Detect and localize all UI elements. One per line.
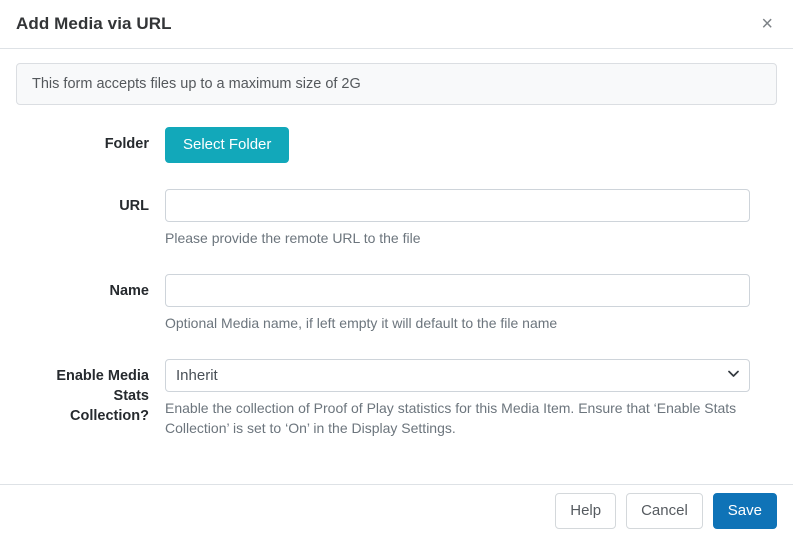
max-file-size-notice: This form accepts files up to a maximum …: [16, 63, 777, 105]
name-input[interactable]: [165, 274, 750, 307]
stats-collection-field-group: Enable MediaStatsCollection? Inherit Ena…: [16, 359, 777, 438]
stats-collection-label: Enable MediaStatsCollection?: [16, 359, 165, 438]
url-field: Please provide the remote URL to the fil…: [165, 189, 750, 248]
dialog-header: Add Media via URL ×: [0, 0, 793, 49]
dialog-body: This form accepts files up to a maximum …: [0, 49, 793, 484]
add-media-via-url-dialog: Add Media via URL × This form accepts fi…: [0, 0, 793, 541]
stats-collection-help-text: Enable the collection of Proof of Play s…: [165, 398, 750, 438]
close-icon[interactable]: ×: [757, 12, 777, 36]
name-label: Name: [16, 274, 165, 333]
url-label: URL: [16, 189, 165, 248]
stats-collection-label-line: Collection?: [16, 406, 149, 426]
stats-collection-select[interactable]: Inherit: [165, 359, 750, 392]
folder-field: Select Folder: [165, 127, 750, 163]
stats-collection-label-line: Enable Media: [16, 366, 149, 386]
stats-collection-select-wrap: Inherit: [165, 359, 750, 392]
name-help-text: Optional Media name, if left empty it wi…: [165, 313, 750, 333]
folder-field-group: Folder Select Folder: [16, 127, 777, 163]
name-field-group: Name Optional Media name, if left empty …: [16, 274, 777, 333]
dialog-footer: Help Cancel Save: [0, 484, 793, 541]
save-button[interactable]: Save: [713, 493, 777, 529]
stats-collection-label-line: Stats: [16, 386, 149, 406]
select-folder-button[interactable]: Select Folder: [165, 127, 289, 163]
url-input[interactable]: [165, 189, 750, 222]
cancel-button[interactable]: Cancel: [626, 493, 703, 529]
stats-collection-field: Inherit Enable the collection of Proof o…: [165, 359, 750, 438]
name-field: Optional Media name, if left empty it wi…: [165, 274, 750, 333]
dialog-title: Add Media via URL: [16, 14, 172, 34]
url-help-text: Please provide the remote URL to the fil…: [165, 228, 750, 248]
url-field-group: URL Please provide the remote URL to the…: [16, 189, 777, 248]
help-button[interactable]: Help: [555, 493, 616, 529]
folder-label: Folder: [16, 127, 165, 163]
